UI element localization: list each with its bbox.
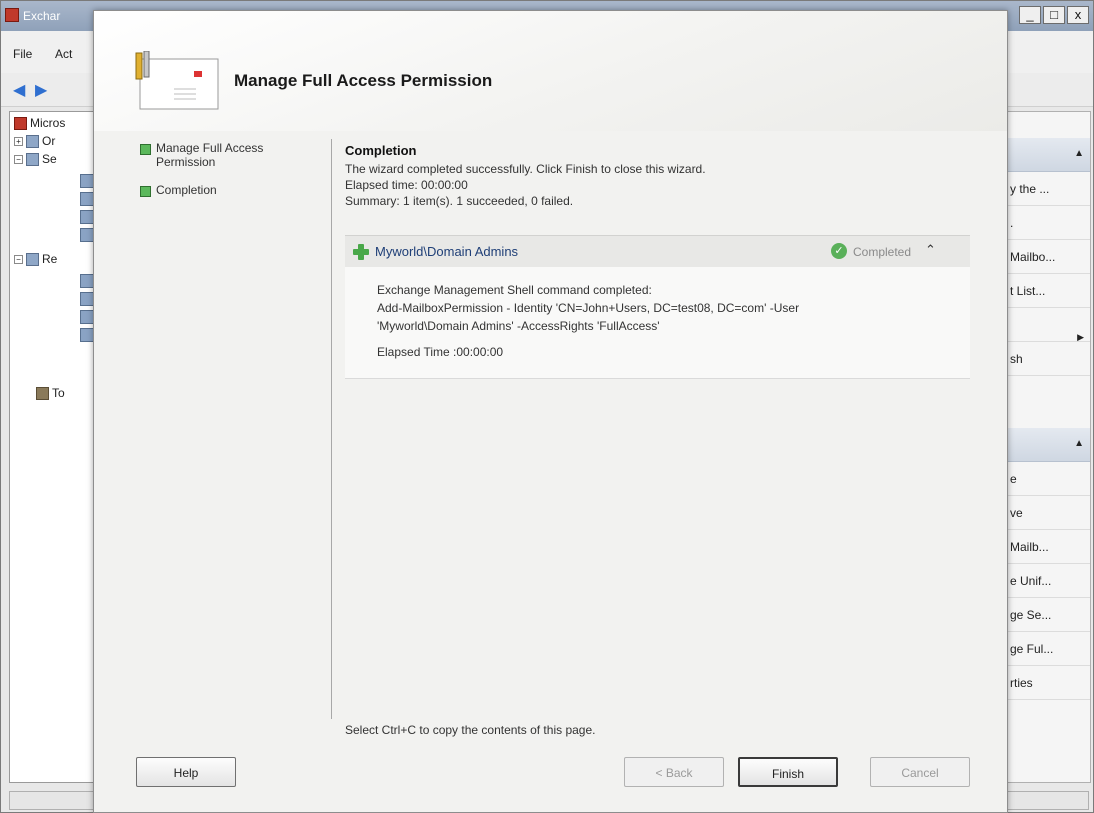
wizard-title: Manage Full Access Permission xyxy=(234,71,493,90)
console-tree: Micros + Or − Se − Re To xyxy=(9,111,99,783)
result-name: Myworld\Domain Admins xyxy=(375,244,519,259)
recipient-child-icon[interactable] xyxy=(80,292,94,306)
collapse-double-chevron-icon[interactable]: ⌃ xyxy=(925,242,936,258)
back-button[interactable]: < Back xyxy=(624,757,724,787)
content-heading: Completion xyxy=(345,143,417,158)
server-child-icon[interactable] xyxy=(80,228,94,242)
copy-hint: Select Ctrl+C to copy the contents of th… xyxy=(345,723,596,737)
collapse-icon[interactable]: − xyxy=(14,255,23,265)
toolbox-icon xyxy=(36,387,49,401)
menu-action[interactable]: Act xyxy=(55,47,72,61)
green-plus-icon xyxy=(353,244,369,260)
console-title: Exchar xyxy=(23,9,61,23)
result-status: Completed xyxy=(853,245,912,259)
expand-icon[interactable]: + xyxy=(14,137,23,147)
step-label: Manage Full Access Permission xyxy=(156,141,264,169)
server-child-icon[interactable] xyxy=(80,210,94,224)
cancel-button[interactable]: Cancel xyxy=(870,757,970,787)
server-child-icon[interactable] xyxy=(80,174,94,188)
recipient-child-icon[interactable] xyxy=(80,274,94,288)
tree-item-root[interactable]: Micros xyxy=(14,116,65,131)
minimize-button[interactable]: _ xyxy=(1019,6,1041,24)
step-complete-icon xyxy=(140,144,151,155)
help-button[interactable]: Help xyxy=(136,757,236,787)
manage-full-access-wizard: Manage Full Access Permission Manage Ful… xyxy=(93,10,1008,813)
mailbox-tools-icon xyxy=(135,51,219,110)
collapse-icon[interactable]: − xyxy=(14,155,23,165)
success-check-icon: ✓ xyxy=(831,243,847,259)
wizard-content: Completion The wizard completed successf… xyxy=(345,143,975,379)
exchange-icon xyxy=(14,117,27,131)
result-line: Exchange Management Shell command comple… xyxy=(377,283,652,297)
close-button[interactable]: x xyxy=(1067,6,1089,24)
window-controls: _ □ x xyxy=(1019,6,1089,24)
recipient-child-icon[interactable] xyxy=(80,310,94,324)
step-completion: Completion xyxy=(136,183,326,197)
maximize-button[interactable]: □ xyxy=(1043,6,1065,24)
tree-item-organization[interactable]: + Or xyxy=(14,134,55,149)
menu-file[interactable]: File xyxy=(13,47,32,61)
summary: Summary: 1 item(s). 1 succeeded, 0 faile… xyxy=(345,194,574,208)
recipient-child-icon[interactable] xyxy=(80,328,94,342)
collapse-up-icon[interactable]: ▲ xyxy=(1074,148,1084,159)
result-header[interactable]: Myworld\Domain Admins ✓ Completed ⌃ xyxy=(345,235,970,267)
result-elapsed: Elapsed Time :00:00:00 xyxy=(377,345,504,359)
collapse-up-icon[interactable]: ▲ xyxy=(1074,438,1084,449)
recipient-icon xyxy=(26,253,39,267)
step-manage-full-access: Manage Full Access Permission xyxy=(136,141,326,169)
steps-divider xyxy=(331,139,332,719)
wizard-header: Manage Full Access Permission xyxy=(94,11,1007,131)
tree-item-server[interactable]: − Se xyxy=(14,152,57,167)
finish-button[interactable]: Finish xyxy=(738,757,838,787)
step-label: Completion xyxy=(156,183,217,197)
result-details: Exchange Management Shell command comple… xyxy=(345,267,970,379)
exchange-app-icon xyxy=(5,8,19,22)
result-line: Add-MailboxPermission - Identity 'CN=Joh… xyxy=(377,301,800,315)
result-line: 'Myworld\Domain Admins' -AccessRights 'F… xyxy=(377,319,660,333)
server-child-icon[interactable] xyxy=(80,192,94,206)
server-icon xyxy=(26,153,39,167)
tree-item-toolbox[interactable]: To xyxy=(36,386,65,401)
tree-item-recipient[interactable]: − Re xyxy=(14,252,57,267)
wizard-steps: Manage Full Access Permission Completion xyxy=(136,141,326,211)
back-arrow-icon[interactable]: ◀ xyxy=(13,80,25,100)
completion-message: The wizard completed successfully. Click… xyxy=(345,162,706,176)
organization-icon xyxy=(26,135,39,149)
elapsed-time: Elapsed time: 00:00:00 xyxy=(345,178,468,192)
step-complete-icon xyxy=(140,186,151,197)
forward-arrow-icon[interactable]: ▶ xyxy=(35,80,47,100)
